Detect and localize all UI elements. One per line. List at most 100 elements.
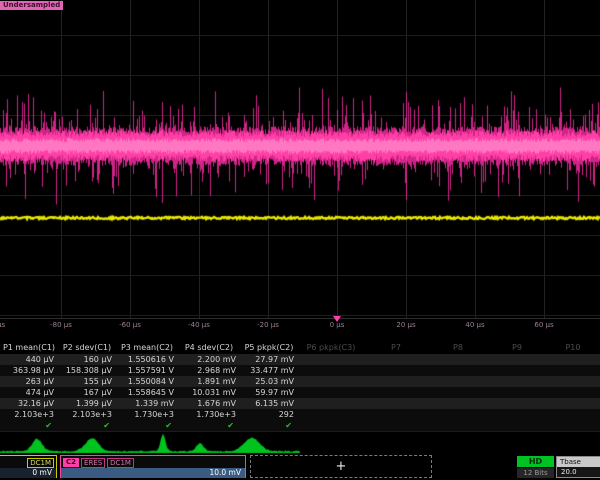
c1-coupling-badge: DC1M [27,458,54,468]
measurement-cell: 263 µV [0,376,58,387]
measurement-header[interactable]: P1 mean(C1) [0,342,58,354]
measurement-cell: 155 µV [58,376,116,387]
time-tick-label: 20 µs [396,321,415,329]
measurement-cell: 1.557591 V [116,365,178,376]
measurement-cell: 6.135 mV [240,398,298,409]
measurement-cell [546,376,600,387]
measurement-row: 474 µV167 µV1.558645 V10.031 mV59.97 mV [0,387,600,398]
grid-bottom-border [0,318,600,319]
measurement-header[interactable]: P5 pkpk(C2) [240,342,298,354]
measurement-cell: 474 µV [0,387,58,398]
measurement-cell [364,376,428,387]
time-tick-label: -60 µs [119,321,141,329]
c2-coupling-badge: DC1M [107,458,134,468]
measurement-cell: 2.103e+3 [58,409,116,420]
measurement-cell [488,354,546,365]
oscilloscope-screen: Undersampled -100 µs -80 µs -60 µs -40 µs -2… [0,0,600,480]
time-tick-label: -100 µs [0,321,5,329]
hd-mode-badge[interactable]: HD [517,456,554,467]
measurement-cell [488,398,546,409]
measurement-cell: 1.550616 V [116,354,178,365]
measurement-cell [298,387,364,398]
measurement-row: 32.16 µV1.399 µV1.339 mV1.676 mV6.135 mV [0,398,600,409]
undersampled-warning-badge: Undersampled [0,1,63,10]
measurement-row: 263 µV155 µV1.550084 V1.891 mV25.03 mV [0,376,600,387]
plus-icon: + [336,459,347,474]
measurement-cell [546,409,600,420]
time-tick-label: -40 µs [188,321,210,329]
measurement-cell: 32.16 µV [0,398,58,409]
measurement-cell [546,365,600,376]
trace-canvas [0,0,600,320]
measurement-cell: 363.98 µV [0,365,58,376]
channel-c2-descriptor[interactable]: C2 ERES DC1M 10.0 mV [60,455,246,478]
measurement-cell [298,354,364,365]
measurement-cell [364,409,428,420]
measurement-cell: 160 µV [58,354,116,365]
measurement-cell [364,398,428,409]
descriptor-row: DC1M 0 mV C2 ERES DC1M 10.0 mV + HD 12 B… [0,455,600,480]
c2-eres-badge: ERES [81,458,105,468]
measurement-cell [428,376,488,387]
measurement-cell: 2.103e+3 [0,409,58,420]
measurement-cell: 25.03 mV [240,376,298,387]
time-axis: -100 µs -80 µs -60 µs -40 µs -20 µs 0 µs 20 µs… [0,320,600,333]
measurement-cell: 33.477 mV [240,365,298,376]
measurement-cell [546,354,600,365]
channel-c1-descriptor[interactable]: DC1M 0 mV [0,455,57,478]
measurement-cell [488,365,546,376]
measurement-header[interactable]: P9 [488,342,546,354]
measurement-header[interactable]: P7 [364,342,428,354]
measurement-cell: 1.550084 V [116,376,178,387]
measurement-cell: 158.308 µV [58,365,116,376]
measurement-cell [546,387,600,398]
measurement-header[interactable]: P6 pkpk(C3) [298,342,364,354]
timebase-descriptor[interactable]: Tbase 20.0 [556,456,600,478]
measurement-cell: 1.558645 V [116,387,178,398]
measurement-header[interactable]: P2 sdev(C1) [58,342,116,354]
time-tick-label: 60 µs [534,321,553,329]
waveform-grid[interactable]: Undersampled [0,0,600,320]
measurement-cell [364,365,428,376]
time-tick-label: -80 µs [50,321,72,329]
measurement-cell [488,409,546,420]
measurement-cell: 1.339 mV [116,398,178,409]
measurement-cell: 2.968 mV [178,365,240,376]
measurement-row: 2.103e+32.103e+31.730e+31.730e+3292 [0,409,600,420]
measurement-cell [428,354,488,365]
measurement-cell [546,398,600,409]
measurement-header[interactable]: P10 [546,342,600,354]
measurement-table[interactable]: P1 mean(C1)P2 sdev(C1)P3 mean(C2)P4 sdev… [0,342,600,431]
measurement-cell: 1.730e+3 [116,409,178,420]
add-trace-button[interactable]: + [250,455,432,478]
measurement-cell [428,387,488,398]
measurement-cell: 2.200 mV [178,354,240,365]
c1-vertical-scale: 0 mV [0,468,56,478]
time-tick-label: 0 µs [330,321,345,329]
time-tick-label: -20 µs [257,321,279,329]
c2-vertical-scale: 10.0 mV [61,468,245,478]
measurement-cell [298,365,364,376]
measurement-row: 363.98 µV158.308 µV1.557591 V2.968 mV33.… [0,365,600,376]
measurement-header[interactable]: P4 sdev(C2) [178,342,240,354]
measurement-cell: 440 µV [0,354,58,365]
measurement-cell: 1.730e+3 [178,409,240,420]
measurement-histicon [0,429,600,455]
trigger-position-icon[interactable] [333,316,341,322]
measurement-cell [364,387,428,398]
measurement-cell: 59.97 mV [240,387,298,398]
measurement-cell [364,354,428,365]
measurement-row: 440 µV160 µV1.550616 V2.200 mV27.97 mV [0,354,600,365]
measurement-header[interactable]: P3 mean(C2) [116,342,178,354]
measurement-cell: 1.891 mV [178,376,240,387]
measurement-cell [488,376,546,387]
measurement-cell [428,409,488,420]
measurement-cell: 1.399 µV [58,398,116,409]
measurement-cell [298,409,364,420]
measurement-header[interactable]: P8 [428,342,488,354]
measurement-cell [298,376,364,387]
measurement-cell: 1.676 mV [178,398,240,409]
measurement-cell: 292 [240,409,298,420]
measurement-cell [488,387,546,398]
timebase-value: 20.0 [557,467,600,477]
